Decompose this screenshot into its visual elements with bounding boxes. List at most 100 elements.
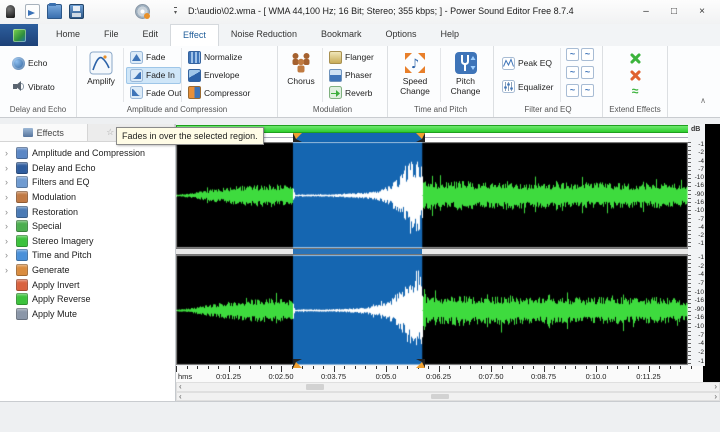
tab-effects[interactable]: Effects: [0, 124, 88, 141]
ruler-time-label: 0:08.75: [530, 372, 557, 381]
ruler-tick: [575, 366, 576, 369]
sidebar-item-delay-and-echo[interactable]: › Delay and Echo: [0, 161, 175, 176]
redo-icon[interactable]: [113, 4, 128, 19]
special-icon: [16, 220, 28, 233]
expand-icon[interactable]: ›: [5, 235, 12, 247]
ruler-tick: [512, 366, 513, 369]
burn-icon[interactable]: [135, 4, 150, 19]
waveform-left-channel[interactable]: [176, 142, 688, 248]
sidebar-item-modulation[interactable]: › Modulation: [0, 190, 175, 205]
expand-icon[interactable]: ›: [5, 176, 12, 188]
speed-change-button[interactable]: ♪ Speed Change: [390, 48, 440, 102]
fade-button[interactable]: Fade: [126, 49, 181, 66]
peak-eq-button[interactable]: Peak EQ: [498, 55, 560, 72]
compressor-button[interactable]: Compressor: [184, 84, 271, 101]
expand-icon[interactable]: ›: [5, 220, 12, 232]
phaser-button[interactable]: Phaser: [325, 67, 382, 84]
db-unit-label: dB: [691, 126, 701, 133]
time-ruler[interactable]: hms 0:01.25 0:02.50 0:03.75 0:05.0 0:06.25 0:…: [176, 366, 703, 382]
chorus-button[interactable]: Chorus: [280, 48, 322, 102]
sidebar-item-apply-reverse[interactable]: Apply Reverse: [0, 292, 175, 307]
band-filter-icon[interactable]: ~: [566, 48, 579, 61]
high-pass-filter-icon[interactable]: ~: [566, 66, 579, 79]
collapse-ribbon-icon[interactable]: ∧: [700, 96, 706, 105]
reverb-button[interactable]: Reverb: [325, 84, 382, 101]
sidebar-item-apply-mute[interactable]: Apply Mute: [0, 307, 175, 322]
pitch-change-button[interactable]: Pitch Change: [440, 48, 490, 102]
tab-noise-reduction[interactable]: Noise Reduction: [219, 24, 309, 46]
scroll-right-icon[interactable]: ›: [714, 383, 717, 391]
sidebar-item-apply-invert[interactable]: Apply Invert: [0, 277, 175, 292]
undo-icon[interactable]: [91, 4, 106, 19]
titlebar: ▾ D:\audio\02.wma - [ WMA 44,100 Hz; 16 …: [0, 0, 720, 24]
tab-bookmark[interactable]: Bookmark: [309, 24, 374, 46]
selection-end-marker-bottom[interactable]: [416, 359, 425, 368]
expand-icon[interactable]: ›: [5, 249, 12, 261]
normalize-button[interactable]: Normalize: [184, 49, 271, 66]
echo-button[interactable]: Echo: [8, 55, 74, 72]
extend-effect-3-icon[interactable]: ≈: [629, 85, 642, 98]
tab-home[interactable]: Home: [44, 24, 92, 46]
equalizer-button[interactable]: Equalizer: [498, 78, 560, 95]
sidebar-item-generate[interactable]: › Generate: [0, 263, 175, 278]
low-shelf-filter-icon[interactable]: ~: [566, 84, 579, 97]
selection-start-marker[interactable]: [293, 133, 302, 142]
sidebar-item-label: Generate: [32, 265, 70, 276]
quick-access-dropdown-icon[interactable]: ▾: [174, 7, 178, 16]
expand-icon[interactable]: ›: [5, 147, 12, 159]
expand-icon[interactable]: ›: [5, 191, 12, 203]
generate-icon: [16, 264, 28, 277]
tab-file[interactable]: File: [92, 24, 131, 46]
selection-start-marker-bottom[interactable]: [293, 359, 302, 368]
extend-effect-1-icon[interactable]: [629, 52, 642, 65]
import-icon[interactable]: [25, 4, 40, 19]
maximize-button[interactable]: □: [660, 2, 688, 21]
fade-out-button[interactable]: Fade Out: [126, 84, 181, 101]
sidebar-item-stereo-imagery[interactable]: › Stereo Imagery: [0, 234, 175, 249]
open-icon[interactable]: [47, 3, 62, 19]
tooltip: Fades in over the selected region.: [116, 127, 264, 145]
scroll-left-icon[interactable]: ‹: [179, 393, 182, 401]
sidebar-item-time-and-pitch[interactable]: › Time and Pitch: [0, 248, 175, 263]
fade-in-button[interactable]: Fade In: [126, 66, 181, 84]
tab-effect[interactable]: Effect: [170, 24, 219, 46]
save-icon[interactable]: [69, 4, 84, 19]
scroll-left-icon[interactable]: ‹: [179, 383, 182, 391]
sidebar-item-label: Stereo Imagery: [32, 235, 94, 246]
equalizer-label: Equalizer: [518, 81, 554, 92]
ruler-tick: [628, 366, 629, 369]
sidebar-item-amplitude-and-compression[interactable]: › Amplitude and Compression: [0, 146, 175, 161]
amplify-label: Amplify: [87, 76, 115, 86]
minimize-button[interactable]: –: [632, 2, 660, 21]
extend-effect-2-icon[interactable]: [629, 69, 642, 82]
ribbon-spacer: ∧: [668, 46, 720, 117]
flanger-button[interactable]: Flanger: [325, 49, 382, 66]
app-menu-button[interactable]: [0, 24, 38, 46]
waveform-right-channel[interactable]: [176, 255, 688, 365]
sidebar-item-filters-and-eq[interactable]: › Filters and EQ: [0, 175, 175, 190]
close-button[interactable]: ×: [688, 2, 716, 21]
horizontal-scrollbar-2[interactable]: ‹ ›: [176, 392, 720, 401]
sidebar-item-special[interactable]: › Special: [0, 219, 175, 234]
tab-help[interactable]: Help: [429, 24, 472, 46]
sidebar-item-restoration[interactable]: › Restoration: [0, 204, 175, 219]
tab-options[interactable]: Options: [373, 24, 428, 46]
scroll-right-icon[interactable]: ›: [714, 393, 717, 401]
horizontal-scrollbar[interactable]: ‹ ›: [176, 382, 720, 392]
expand-icon[interactable]: ›: [5, 162, 12, 174]
amplify-button[interactable]: Amplify: [79, 48, 123, 102]
ruler-tick: [197, 366, 198, 369]
tab-edit[interactable]: Edit: [131, 24, 171, 46]
expand-icon[interactable]: ›: [5, 206, 12, 218]
low-pass-filter-icon[interactable]: ~: [581, 48, 594, 61]
vibrato-button[interactable]: Vibrato: [8, 78, 74, 95]
scrollbar-thumb[interactable]: [306, 384, 324, 390]
expand-icon[interactable]: ›: [5, 264, 12, 276]
high-shelf-filter-icon[interactable]: ~: [581, 84, 594, 97]
record-icon[interactable]: [6, 5, 15, 18]
scrollbar-thumb[interactable]: [431, 394, 449, 399]
notch-filter-icon[interactable]: ~: [581, 66, 594, 79]
selection-end-marker[interactable]: [416, 133, 425, 142]
db-scale: dB -1 -2 -4 -7 -10 -16 -90 -16 -10 -7 -4 -2 -1 -1 -2-…: [688, 124, 705, 366]
envelope-button[interactable]: Envelope: [184, 67, 271, 84]
